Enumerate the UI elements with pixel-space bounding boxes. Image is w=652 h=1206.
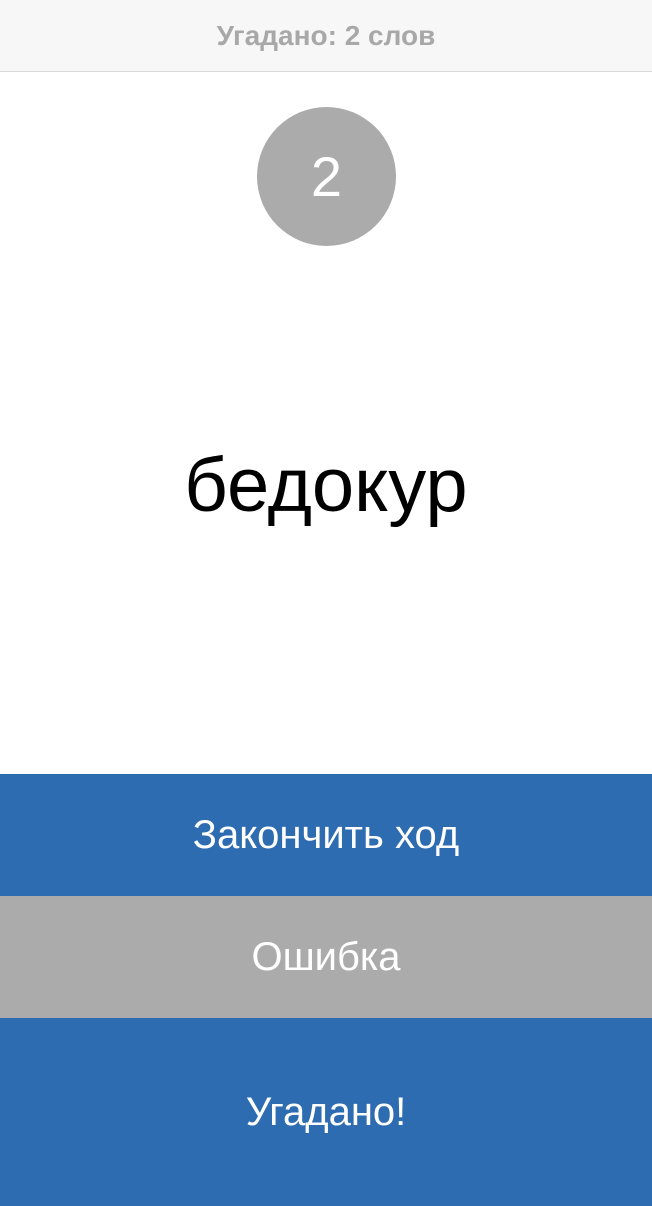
end-turn-button[interactable]: Закончить ход bbox=[0, 774, 652, 896]
guessed-button[interactable]: Угадано! bbox=[0, 1018, 652, 1206]
score-header: Угадано: 2 слов bbox=[0, 0, 652, 72]
guessed-count-label: Угадано: 2 слов bbox=[216, 19, 436, 51]
countdown-value: 2 bbox=[310, 145, 343, 208]
countdown-badge: 2 bbox=[257, 107, 396, 246]
mistake-button[interactable]: Ошибка bbox=[0, 896, 652, 1018]
current-word: бедокур bbox=[184, 442, 468, 528]
